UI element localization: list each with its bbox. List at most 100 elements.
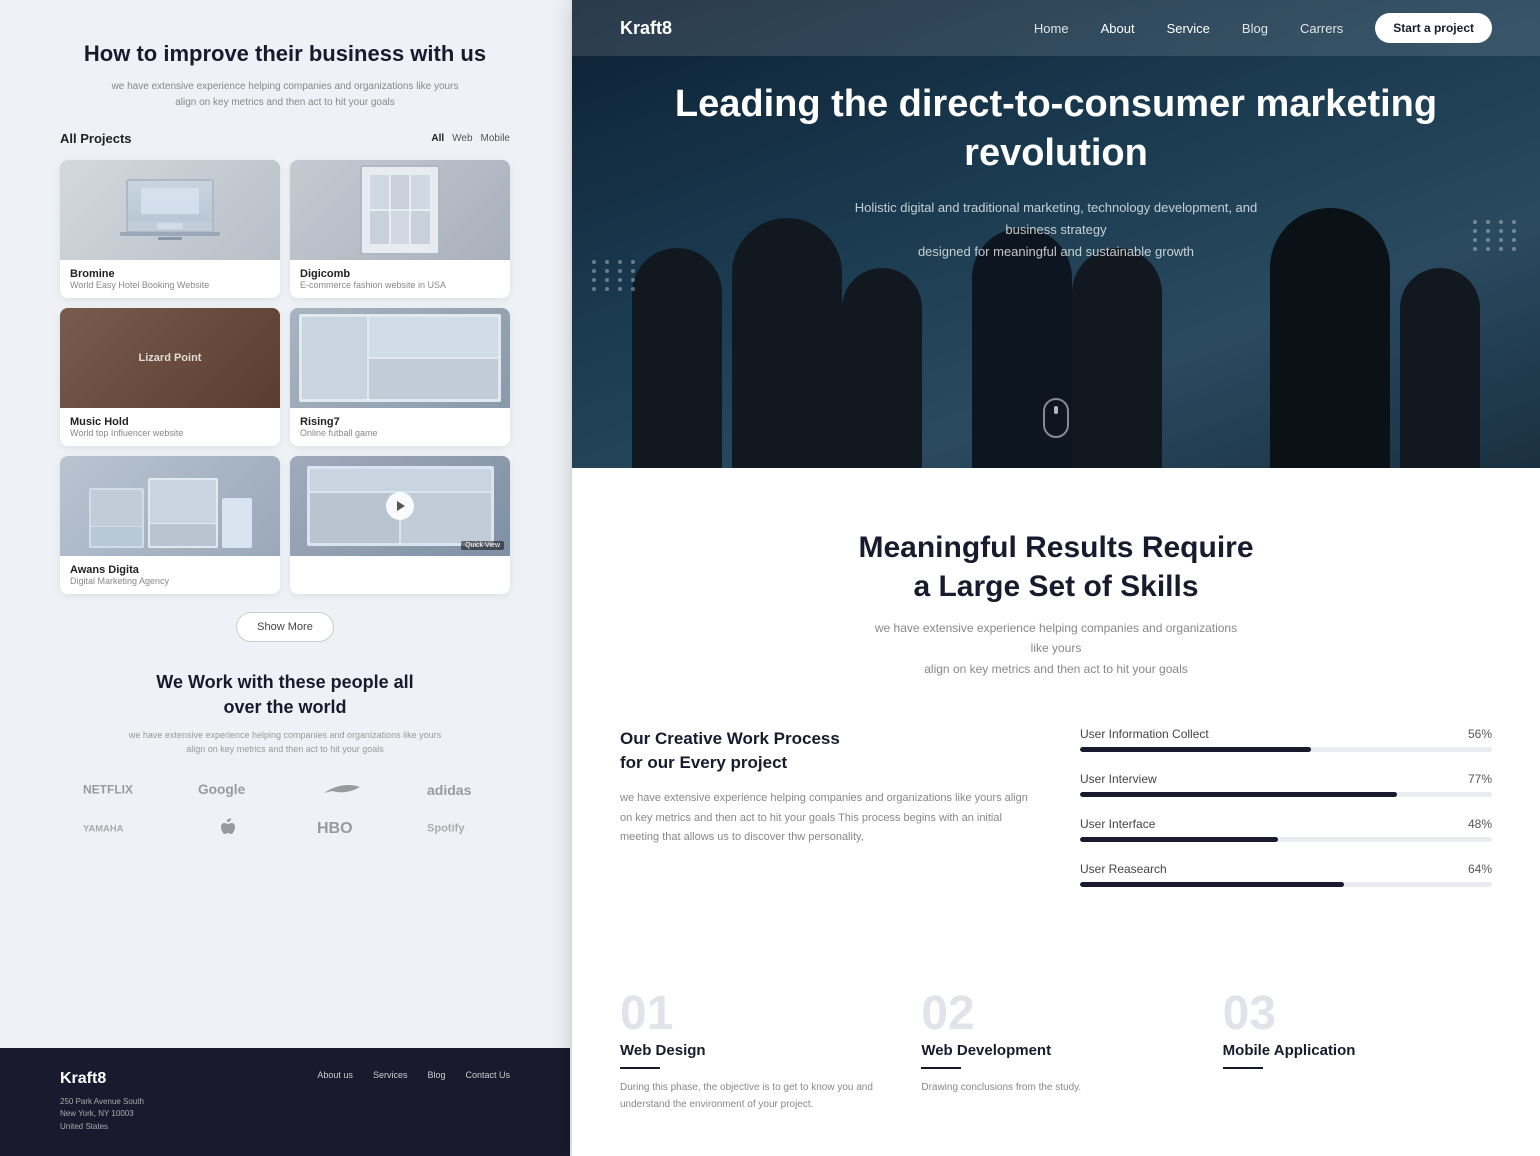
project-card-awans[interactable]: Awans Digita Digital Marketing Agency (60, 456, 280, 594)
skill-item-user-interface: User Interface 48% (1080, 817, 1492, 842)
navbar: Kraft8 Home About Service Blog Carrers S… (572, 0, 1540, 56)
hero-title: Leading the direct-to-consumer marketing… (672, 80, 1440, 179)
skill-pct-user-interface: 48% (1468, 817, 1492, 831)
skill-header-user-info: User Information Collect 56% (1080, 727, 1492, 741)
project-img-bromine (60, 160, 280, 260)
nav-brand: Kraft8 (620, 18, 672, 39)
service-number-web-dev: 02 (921, 990, 1190, 1038)
partner-google: Google (175, 777, 282, 801)
service-number-web-design: 01 (620, 990, 889, 1038)
project-desc-digicomb: E-commerce fashion website in USA (300, 280, 500, 290)
svg-text:Google: Google (198, 782, 246, 797)
skills-sub: we have extensive experience helping com… (866, 618, 1246, 679)
left-panel: How to improve their business with us we… (0, 0, 570, 1156)
svg-text:Spotify: Spotify (427, 822, 465, 834)
service-item-web-dev: 02 Web Development Drawing conclusions f… (921, 990, 1190, 1113)
service-divider-mobile-app (1223, 1067, 1263, 1069)
skill-pct-user-info: 56% (1468, 727, 1492, 741)
project-card-bromine[interactable]: Bromine World Easy Hotel Booking Website (60, 160, 280, 298)
partner-hbo: HBO (289, 815, 396, 839)
show-more-button[interactable]: Show More (236, 612, 334, 642)
service-desc-web-dev: Drawing conclusions from the study. (921, 1079, 1190, 1096)
apple-logo-icon (198, 815, 258, 839)
nav-link-about[interactable]: About (1101, 21, 1135, 36)
process-section: Our Creative Work Processfor our Every p… (620, 727, 1032, 907)
projects-title: All Projects (60, 131, 132, 146)
project-card-quickview[interactable]: Quick View (290, 456, 510, 594)
partners-section: We Work with these people allover the wo… (0, 670, 570, 839)
filter-all[interactable]: All (431, 133, 444, 144)
skill-header-user-research: User Reasearch 64% (1080, 862, 1492, 876)
google-logo-icon: Google (198, 777, 258, 801)
nike-logo-icon (312, 777, 372, 801)
right-panel: Kraft8 Home About Service Blog Carrers S… (572, 0, 1540, 1156)
project-card-musichold[interactable]: Lizard Point Music Hold World top Influe… (60, 308, 280, 446)
footer-link-blog[interactable]: Blog (427, 1070, 445, 1080)
skill-bar-fill-user-interface (1080, 837, 1278, 842)
left-hero-title: How to improve their business with us (60, 40, 510, 69)
partners-grid: NETFLIX Google adidas YAMAHA (60, 777, 510, 839)
service-name-web-dev: Web Development (921, 1042, 1190, 1059)
project-card-info-awans: Awans Digita Digital Marketing Agency (60, 556, 280, 594)
skill-bar-bg-user-research (1080, 882, 1492, 887)
nav-cta-button[interactable]: Start a project (1375, 13, 1492, 43)
nav-link-blog[interactable]: Blog (1242, 21, 1268, 36)
service-item-mobile-app: 03 Mobile Application (1223, 990, 1492, 1113)
nav-link-home[interactable]: Home (1034, 21, 1069, 36)
nav-link-service[interactable]: Service (1167, 21, 1210, 36)
partners-sub: we have extensive experience helping com… (60, 728, 510, 757)
skill-item-user-research: User Reasearch 64% (1080, 862, 1492, 887)
skill-label-user-interface: User Interface (1080, 817, 1155, 831)
left-hero-sub: we have extensive experience helping com… (60, 79, 510, 111)
service-divider-web-design (620, 1067, 660, 1069)
process-desc: we have extensive experience helping com… (620, 789, 1032, 848)
svg-text:HBO: HBO (317, 820, 353, 837)
netflix-logo-icon: NETFLIX (83, 777, 143, 801)
partner-spotify: Spotify (404, 815, 511, 839)
project-card-digicomb[interactable]: Digicomb E-commerce fashion website in U… (290, 160, 510, 298)
services-row: 01 Web Design During this phase, the obj… (572, 990, 1540, 1113)
project-card-info-rising7: Rising7 Online futball game (290, 408, 510, 446)
skill-pct-user-interview: 77% (1468, 772, 1492, 786)
two-col-layout: Our Creative Work Processfor our Every p… (620, 727, 1492, 907)
service-item-web-design: 01 Web Design During this phase, the obj… (620, 990, 889, 1113)
footer-link-contact[interactable]: Contact Us (465, 1070, 510, 1080)
hbo-logo-icon: HBO (312, 815, 372, 839)
spotify-logo-icon: Spotify (427, 815, 487, 839)
process-title: Our Creative Work Processfor our Every p… (620, 727, 1032, 775)
project-img-digicomb (290, 160, 510, 260)
project-img-awans (60, 456, 280, 556)
nav-links: Home About Service Blog Carrers (1034, 21, 1343, 36)
footer-links: About us Services Blog Contact Us (317, 1070, 510, 1080)
filter-mobile[interactable]: Mobile (481, 133, 510, 144)
project-name-digicomb: Digicomb (300, 268, 500, 280)
project-card-rising7[interactable]: Rising7 Online futball game (290, 308, 510, 446)
skill-label-user-info: User Information Collect (1080, 727, 1209, 741)
project-name-bromine: Bromine (70, 268, 270, 280)
skill-bar-fill-user-interview (1080, 792, 1397, 797)
skill-bar-fill-user-info (1080, 747, 1311, 752)
scroll-dot (1054, 406, 1058, 414)
hero-section: Kraft8 Home About Service Blog Carrers S… (572, 0, 1540, 468)
yamaha-logo-icon: YAMAHA (83, 815, 143, 839)
figure-3 (842, 268, 922, 468)
skill-header-user-interface: User Interface 48% (1080, 817, 1492, 831)
project-card-info-musichold: Music Hold World top Influencer website (60, 408, 280, 446)
content-section: Meaningful Results Requirea Large Set of… (572, 468, 1540, 999)
svg-text:NETFLIX: NETFLIX (83, 782, 133, 796)
service-divider-web-dev (921, 1067, 961, 1069)
project-img-musichold: Lizard Point (60, 308, 280, 408)
filter-web[interactable]: Web (452, 133, 472, 144)
partner-adidas: adidas (404, 777, 511, 801)
project-desc-rising7: Online futball game (300, 428, 500, 438)
footer-link-services[interactable]: Services (373, 1070, 408, 1080)
project-img-quickview: Quick View (290, 456, 510, 556)
adidas-logo-icon: adidas (427, 777, 487, 801)
footer-link-about[interactable]: About us (317, 1070, 353, 1080)
left-footer: Kraft8 250 Park Avenue SouthNew York, NY… (0, 1048, 570, 1156)
skill-bar-bg-user-info (1080, 747, 1492, 752)
project-desc-awans: Digital Marketing Agency (70, 576, 270, 586)
nav-link-careers[interactable]: Carrers (1300, 21, 1343, 36)
partner-nike (289, 777, 396, 801)
skills-bars: User Information Collect 56% User Interv… (1080, 727, 1492, 907)
